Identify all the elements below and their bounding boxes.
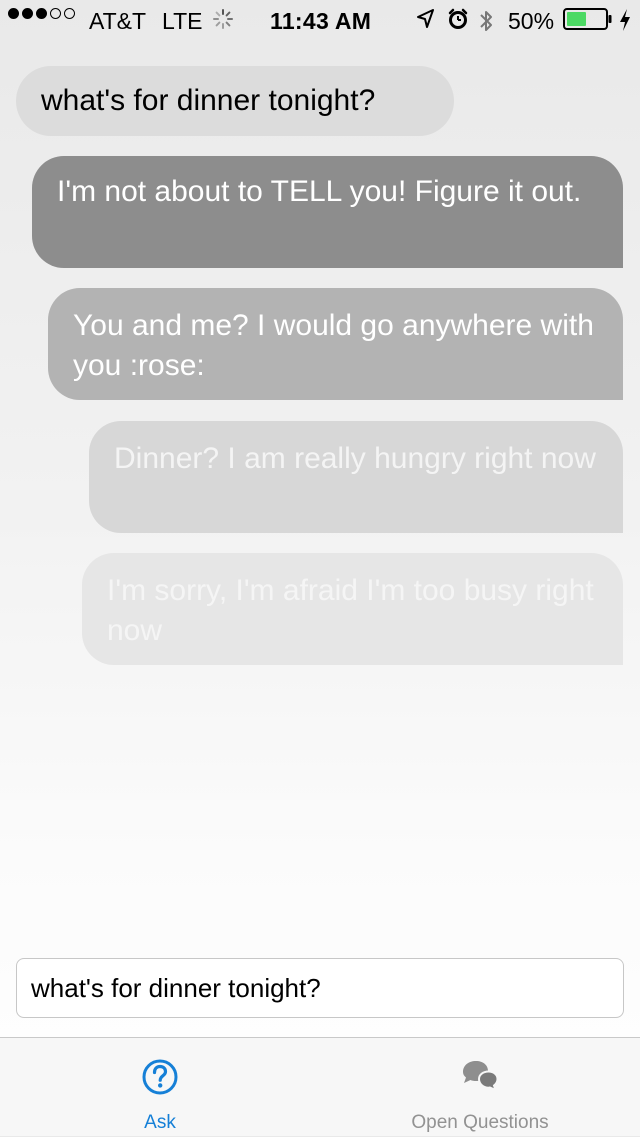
- question-bubble: what's for dinner tonight?: [16, 66, 454, 136]
- tab-ask[interactable]: Ask: [0, 1038, 320, 1137]
- chat-bubbles-icon: [459, 1058, 501, 1101]
- tab-ask-label: Ask: [144, 1112, 176, 1133]
- answer-bubble[interactable]: Dinner? I am really hungry right now: [89, 421, 623, 533]
- activity-spinner-icon: [212, 8, 234, 30]
- question-circle-icon: [141, 1058, 179, 1101]
- tab-open-questions-label: Open Questions: [411, 1112, 549, 1133]
- clock-time: 11:43 AM: [270, 8, 372, 34]
- battery-percent: 50%: [508, 8, 555, 34]
- carrier-label: AT&T: [89, 8, 147, 34]
- question-input[interactable]: [16, 958, 624, 1018]
- tab-open-questions[interactable]: Open Questions: [320, 1038, 640, 1137]
- alarm-clock-icon: [447, 8, 469, 30]
- battery-icon: [563, 8, 613, 30]
- answer-bubble[interactable]: I'm not about to TELL you! Figure it out…: [32, 156, 623, 268]
- charging-bolt-icon: [618, 8, 632, 32]
- answer-bubble[interactable]: I'm sorry, I'm afraid I'm too busy right…: [82, 553, 623, 665]
- network-label: LTE: [162, 8, 203, 34]
- bluetooth-icon: [478, 8, 494, 34]
- tab-bar: Ask Open Questions: [0, 1037, 640, 1136]
- answer-bubble[interactable]: You and me? I would go anywhere with you…: [48, 288, 623, 400]
- signal-dots-icon: [8, 8, 75, 19]
- status-bar: AT&T LTE 11:43 AM 50%: [0, 0, 640, 40]
- location-arrow-icon: [415, 8, 435, 30]
